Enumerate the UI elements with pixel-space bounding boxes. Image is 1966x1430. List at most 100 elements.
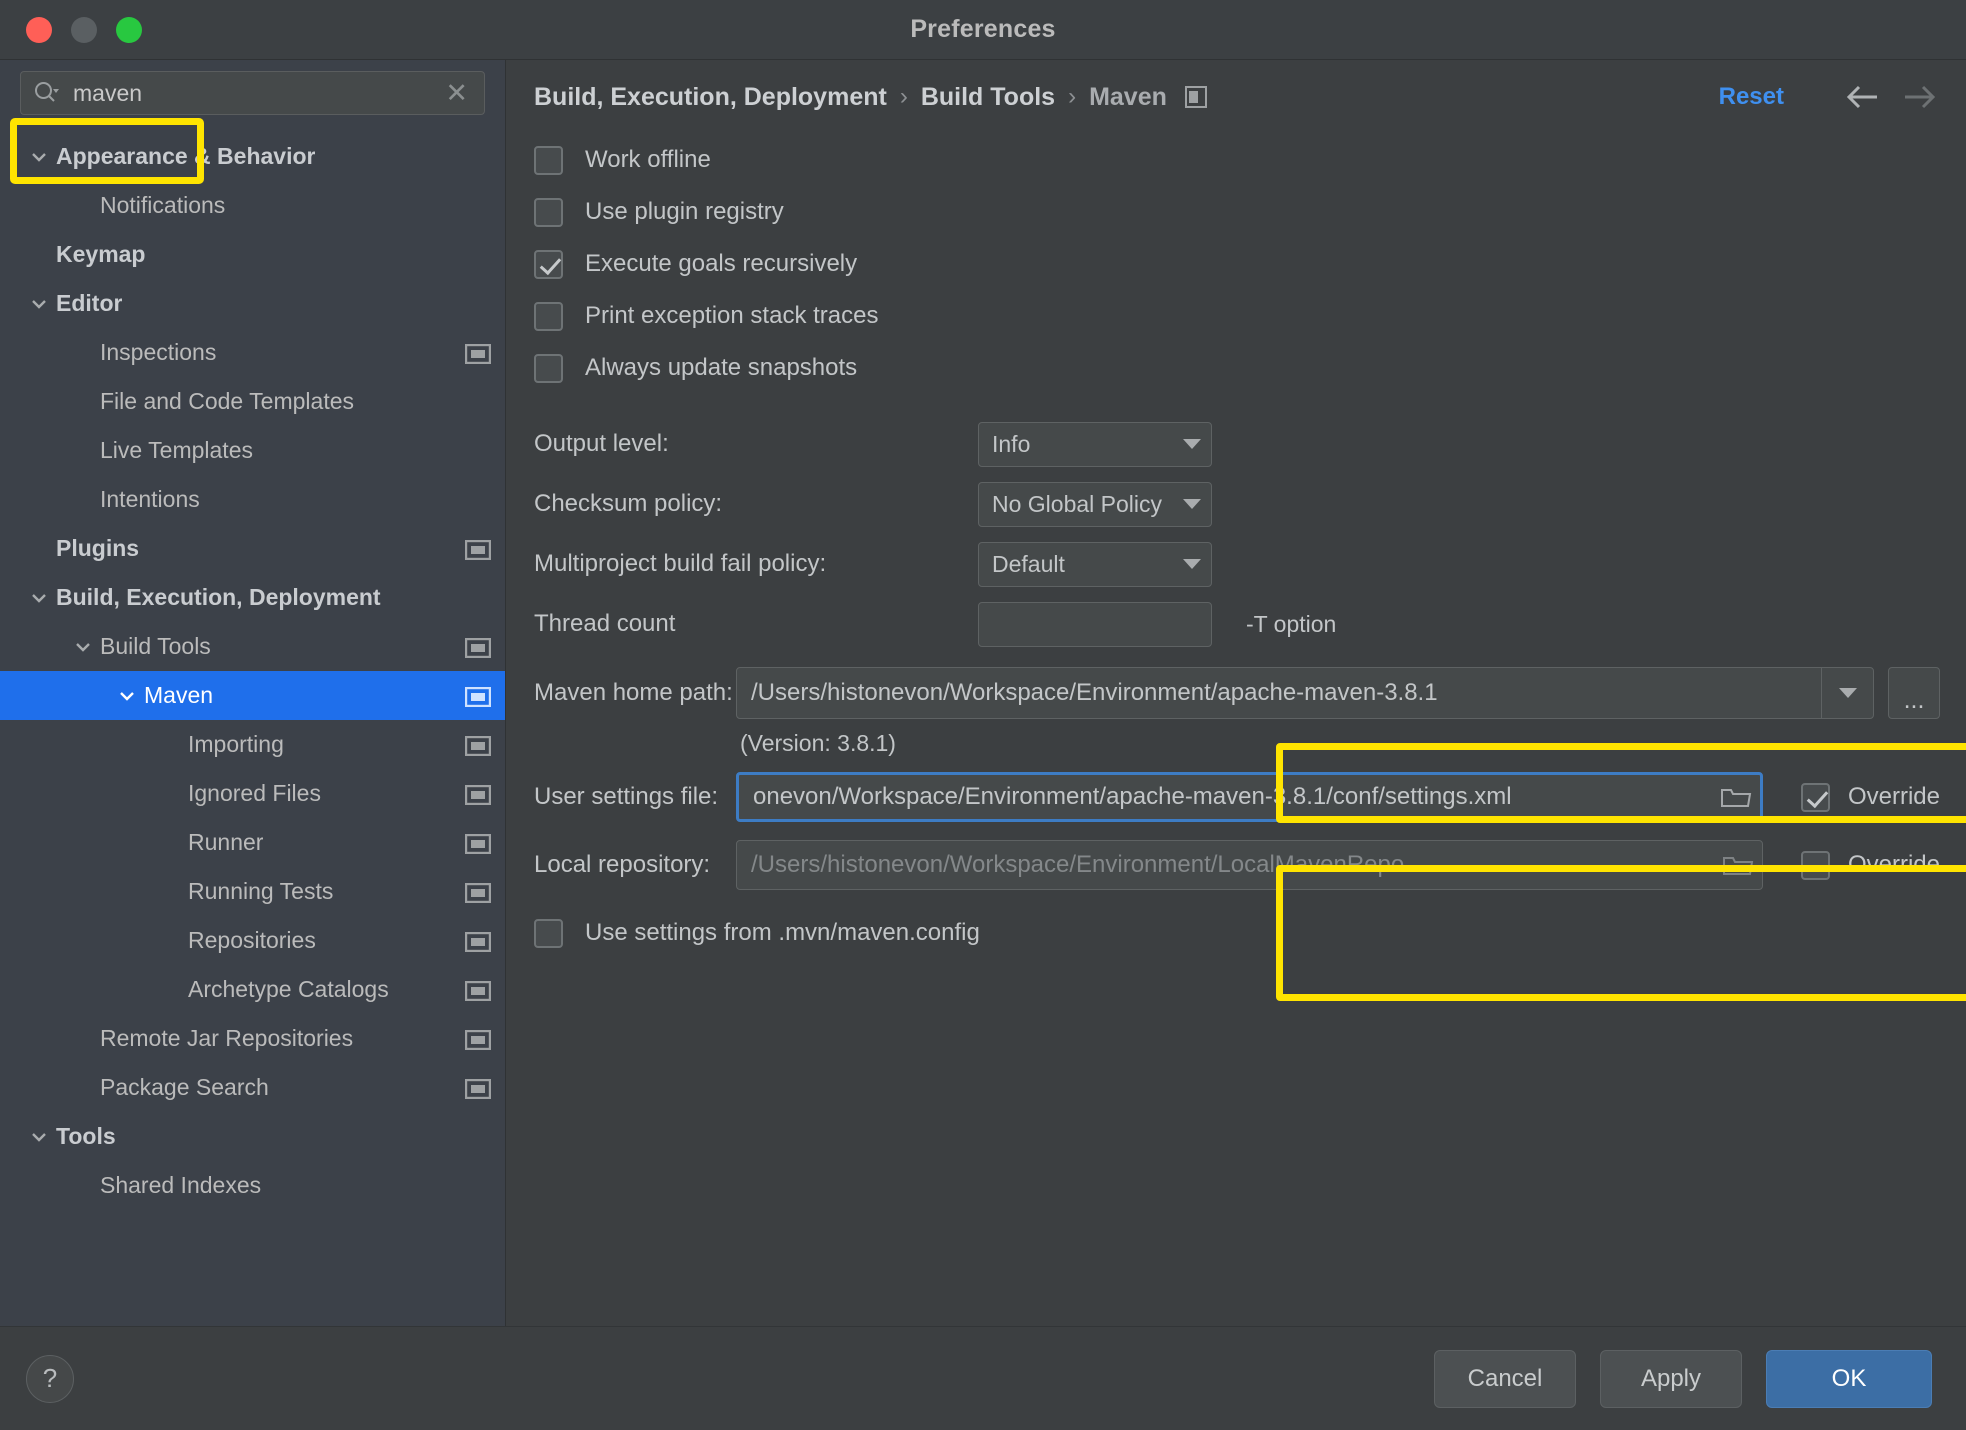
- sidebar-item-tools[interactable]: Tools: [0, 1112, 505, 1161]
- breadcrumb-separator: ›: [1068, 83, 1077, 110]
- panel-icon[interactable]: [464, 931, 492, 952]
- sidebar-item-repositories[interactable]: Repositories: [0, 916, 505, 965]
- panel-icon[interactable]: [464, 833, 492, 854]
- checkbox-always-update-snapshots[interactable]: Always update snapshots: [534, 342, 1940, 394]
- user-settings-value: onevon/Workspace/Environment/apache-mave…: [753, 783, 1512, 810]
- sidebar-item-runner[interactable]: Runner: [0, 818, 505, 867]
- sidebar-item-package-search[interactable]: Package Search: [0, 1063, 505, 1112]
- sidebar-item-label: Build Tools: [100, 633, 211, 659]
- close-icon[interactable]: ✕: [445, 79, 472, 107]
- field-multiproject-policy: Multiproject build fail policy: Default: [534, 536, 1940, 592]
- search-row: maven ✕: [0, 60, 505, 126]
- panel-icon[interactable]: [464, 343, 492, 364]
- apply-button[interactable]: Apply: [1600, 1349, 1742, 1408]
- sidebar-item-importing[interactable]: Importing: [0, 720, 505, 769]
- checkbox-use-plugin-registry[interactable]: Use plugin registry: [534, 186, 1940, 238]
- field-checksum-policy: Checksum policy: No Global Policy: [534, 476, 1940, 532]
- search-input[interactable]: maven ✕: [20, 71, 485, 115]
- panel-icon[interactable]: [464, 539, 492, 560]
- maven-home-browse-button[interactable]: ...: [1888, 667, 1940, 719]
- checkbox-box[interactable]: [534, 918, 563, 948]
- maven-home-select[interactable]: /Users/histonevon/Workspace/Environment/…: [736, 667, 1874, 719]
- sidebar-item-label: Remote Jar Repositories: [100, 1025, 354, 1051]
- sidebar-item-appearance-behavior[interactable]: Appearance & Behavior: [0, 132, 505, 181]
- panel-icon[interactable]: [1184, 85, 1207, 109]
- help-button[interactable]: ?: [26, 1354, 74, 1403]
- output-level-select[interactable]: Info: [978, 421, 1212, 467]
- checkbox-box[interactable]: [534, 249, 563, 279]
- sidebar-item-notifications[interactable]: Notifications: [0, 181, 505, 230]
- sidebar-item-label: Repositories: [188, 927, 316, 953]
- sidebar-item-maven[interactable]: Maven: [0, 671, 505, 720]
- sidebar-item-archetype-catalogs[interactable]: Archetype Catalogs: [0, 965, 505, 1014]
- panel-icon[interactable]: [464, 686, 492, 707]
- checkbox-box[interactable]: [1800, 782, 1830, 812]
- checkbox-print-exception-stack-traces[interactable]: Print exception stack traces: [534, 290, 1940, 342]
- ok-button[interactable]: OK: [1766, 1349, 1932, 1408]
- sidebar-item-editor[interactable]: Editor: [0, 279, 505, 328]
- checksum-policy-select[interactable]: No Global Policy: [978, 481, 1212, 527]
- chevron-down-icon[interactable]: [26, 291, 52, 317]
- user-settings-override[interactable]: Override: [1800, 782, 1940, 812]
- panel-icon[interactable]: [464, 637, 492, 658]
- thread-count-input[interactable]: [978, 601, 1212, 647]
- checkbox-use-mvn-config[interactable]: Use settings from .mvn/maven.config: [534, 907, 1940, 959]
- field-thread-count: Thread count -T option: [534, 596, 1940, 652]
- sidebar-item-remote-jar-repositories[interactable]: Remote Jar Repositories: [0, 1014, 505, 1063]
- folder-icon[interactable]: [1720, 784, 1752, 810]
- maven-home-label: Maven home path:: [534, 679, 733, 706]
- folder-icon[interactable]: [1722, 852, 1754, 878]
- chevron-down-icon[interactable]: [26, 1124, 52, 1150]
- sidebar-item-file-and-code-templates[interactable]: File and Code Templates: [0, 377, 505, 426]
- panel-icon[interactable]: [464, 1078, 492, 1099]
- checkbox-box[interactable]: [534, 301, 563, 331]
- checksum-policy-value: No Global Policy: [992, 490, 1163, 517]
- chevron-down-icon[interactable]: [1821, 668, 1873, 718]
- panel-icon[interactable]: [464, 1029, 492, 1050]
- sidebar-item-live-templates[interactable]: Live Templates: [0, 426, 505, 475]
- checkbox-box[interactable]: [534, 353, 563, 383]
- chevron-down-icon[interactable]: [26, 585, 52, 611]
- checkbox-label: Use plugin registry: [585, 198, 784, 225]
- cancel-button[interactable]: Cancel: [1434, 1349, 1576, 1408]
- arrow-right-icon[interactable]: [1898, 80, 1940, 114]
- checkbox-work-offline[interactable]: Work offline: [534, 134, 1940, 186]
- sidebar-item-plugins[interactable]: Plugins: [0, 524, 505, 573]
- breadcrumb-item-1[interactable]: Build Tools: [921, 83, 1055, 112]
- user-settings-label: User settings file:: [534, 783, 719, 810]
- breadcrumb: Build, Execution, Deployment › Build Too…: [506, 60, 1966, 134]
- local-repository-override[interactable]: Override: [1800, 850, 1940, 880]
- sidebar-item-label: Live Templates: [100, 437, 253, 463]
- arrow-left-icon[interactable]: [1842, 80, 1884, 114]
- breadcrumb-item-0[interactable]: Build, Execution, Deployment: [534, 83, 887, 112]
- panel-icon[interactable]: [464, 882, 492, 903]
- caret-shape: [1838, 688, 1857, 698]
- panel-icon[interactable]: [464, 735, 492, 756]
- sidebar-item-inspections[interactable]: Inspections: [0, 328, 505, 377]
- user-settings-input[interactable]: onevon/Workspace/Environment/apache-mave…: [736, 772, 1763, 822]
- sidebar-item-intentions[interactable]: Intentions: [0, 475, 505, 524]
- multiproject-policy-select[interactable]: Default: [978, 541, 1212, 587]
- sidebar-item-running-tests[interactable]: Running Tests: [0, 867, 505, 916]
- checkbox-box[interactable]: [534, 197, 563, 227]
- maven-version-note: (Version: 3.8.1): [740, 730, 896, 756]
- chevron-down-icon[interactable]: [70, 634, 96, 660]
- checkbox-execute-goals-recursively[interactable]: Execute goals recursively: [534, 238, 1940, 290]
- chevron-down-icon[interactable]: [114, 683, 140, 709]
- checkbox-box[interactable]: [534, 145, 563, 175]
- sidebar-item-build-execution-deployment[interactable]: Build, Execution, Deployment: [0, 573, 505, 622]
- panel-icon[interactable]: [464, 784, 492, 805]
- breadcrumb-item-2[interactable]: Maven: [1089, 83, 1167, 112]
- sidebar-item-shared-indexes[interactable]: Shared Indexes: [0, 1161, 505, 1210]
- sidebar-item-keymap[interactable]: Keymap: [0, 230, 505, 279]
- panel-icon[interactable]: [464, 980, 492, 1001]
- local-repository-input[interactable]: /Users/histonevon/Workspace/Environment/…: [736, 840, 1763, 890]
- checkbox-box[interactable]: [1800, 850, 1830, 880]
- sidebar-item-ignored-files[interactable]: Ignored Files: [0, 769, 505, 818]
- reset-button[interactable]: Reset: [1719, 83, 1784, 111]
- checkbox-label: Always update snapshots: [585, 354, 858, 381]
- dialog-footer: ? Cancel Apply OK: [0, 1326, 1966, 1430]
- checksum-policy-label: Checksum policy:: [534, 490, 723, 517]
- chevron-down-icon[interactable]: [26, 144, 52, 170]
- sidebar-item-build-tools[interactable]: Build Tools: [0, 622, 505, 671]
